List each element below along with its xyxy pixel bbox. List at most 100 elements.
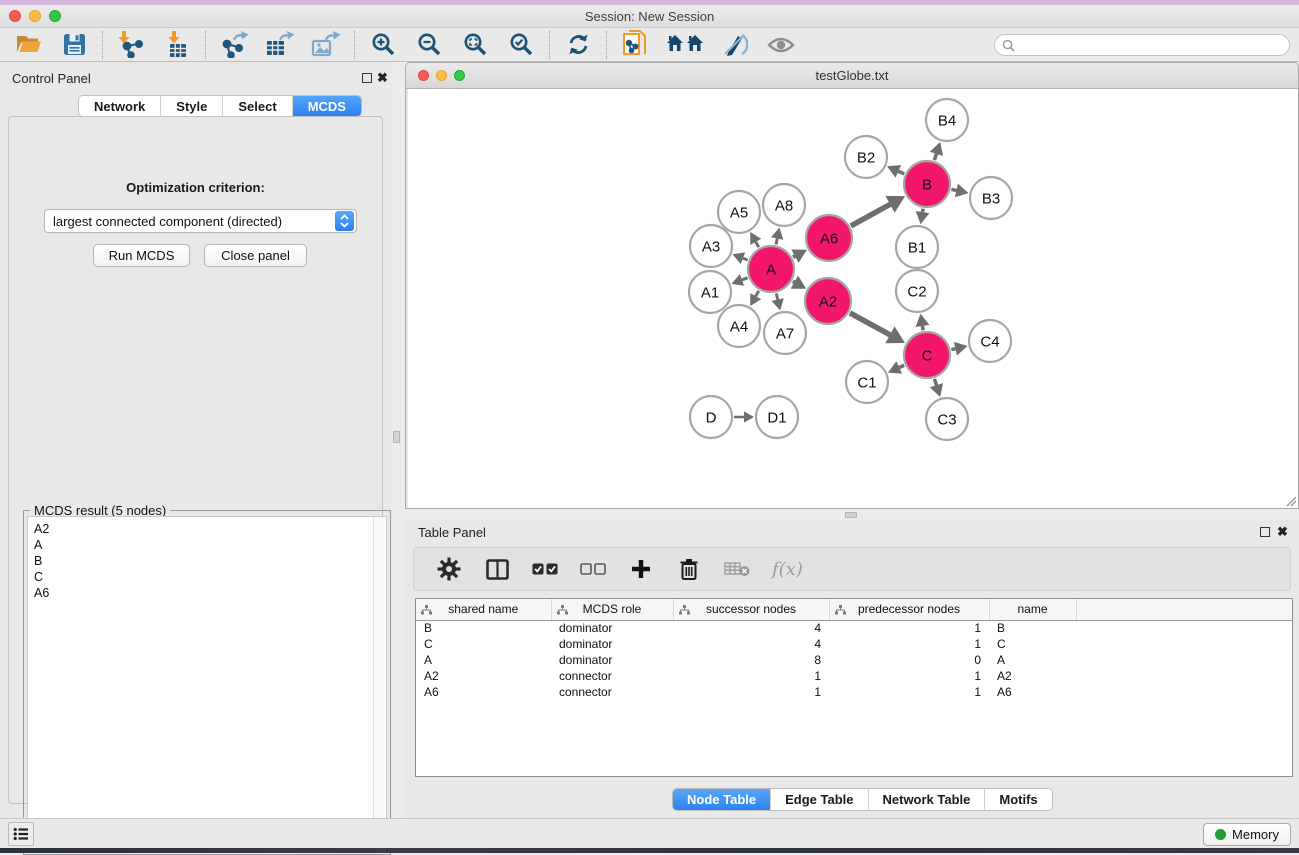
table-cell[interactable]: A <box>989 652 1076 668</box>
table-row[interactable]: A6connector11A6 <box>416 684 1292 700</box>
task-history-button[interactable] <box>8 822 34 846</box>
deselect-all-rows-button[interactable] <box>580 556 606 582</box>
horizontal-split-grip[interactable] <box>845 512 857 518</box>
delete-table-button[interactable] <box>724 556 750 582</box>
table-cell[interactable]: connector <box>551 668 673 684</box>
table-row[interactable]: A2connector11A2 <box>416 668 1292 684</box>
table-cell[interactable] <box>1076 668 1292 684</box>
zoom-fit-button[interactable] <box>459 30 491 60</box>
result-item[interactable]: B <box>34 553 380 569</box>
graph-edge-C-C2[interactable] <box>922 326 923 330</box>
graph-edge-C-C3[interactable] <box>934 379 936 385</box>
table-cell[interactable]: dominator <box>551 652 673 668</box>
graph-edge-A-A4[interactable] <box>756 291 759 296</box>
table-cell[interactable] <box>1076 652 1292 668</box>
graph-edge-A-A2[interactable] <box>793 281 795 282</box>
table-cell[interactable]: B <box>989 620 1076 636</box>
table-cell[interactable]: B <box>416 620 551 636</box>
graph-edge-A-A5[interactable] <box>756 242 759 247</box>
tab-network-table[interactable]: Network Table <box>869 789 986 810</box>
column-header-shared-name[interactable]: shared name <box>416 599 551 620</box>
table-cell[interactable]: A6 <box>416 684 551 700</box>
graph-edge-A2-C[interactable] <box>850 313 890 335</box>
export-image-button[interactable] <box>310 30 342 60</box>
tab-mcds[interactable]: MCDS <box>293 96 361 116</box>
column-header-name[interactable]: name <box>989 599 1076 620</box>
table-cell[interactable]: 4 <box>673 636 829 652</box>
tab-style[interactable]: Style <box>161 96 223 116</box>
table-cell[interactable]: A2 <box>416 668 551 684</box>
graph-edge-C-C4[interactable] <box>951 349 955 350</box>
tab-select[interactable]: Select <box>223 96 292 116</box>
search-box[interactable] <box>994 34 1290 56</box>
zoom-in-button[interactable] <box>367 30 399 60</box>
first-neighbors-button[interactable] <box>665 30 705 60</box>
table-cell[interactable]: 1 <box>673 668 829 684</box>
table-cell[interactable]: 1 <box>829 636 989 652</box>
tab-node-table[interactable]: Node Table <box>673 789 771 810</box>
show-column-button[interactable] <box>484 556 510 582</box>
select-all-rows-button[interactable] <box>532 556 558 582</box>
float-table-panel-icon[interactable] <box>1260 527 1270 537</box>
table-row[interactable]: Bdominator41B <box>416 620 1292 636</box>
column-header-predecessor-nodes[interactable]: predecessor nodes <box>829 599 989 620</box>
table-cell[interactable] <box>1076 620 1292 636</box>
import-table-button[interactable] <box>161 30 193 60</box>
table-cell[interactable] <box>1076 684 1292 700</box>
table-cell[interactable]: 8 <box>673 652 829 668</box>
graph-edge-A-A8[interactable] <box>776 239 777 245</box>
graph-edge-C-C1[interactable] <box>899 365 904 367</box>
result-item[interactable]: C <box>34 569 380 585</box>
table-cell[interactable]: 1 <box>829 620 989 636</box>
table-cell[interactable]: dominator <box>551 620 673 636</box>
table-cell[interactable]: 0 <box>829 652 989 668</box>
add-column-button[interactable] <box>628 556 654 582</box>
delete-column-button[interactable] <box>676 556 702 582</box>
float-panel-icon[interactable] <box>362 73 372 83</box>
tab-network[interactable]: Network <box>79 96 161 116</box>
run-mcds-button[interactable]: Run MCDS <box>93 244 190 267</box>
optimization-criterion-dropdown[interactable]: largest connected component (directed) <box>44 209 357 233</box>
table-cell[interactable]: A6 <box>989 684 1076 700</box>
result-item[interactable]: A6 <box>34 585 380 601</box>
result-item[interactable]: A <box>34 537 380 553</box>
vertical-split-grip[interactable] <box>393 431 400 443</box>
table-row[interactable]: Adominator80A <box>416 652 1292 668</box>
table-cell[interactable]: 4 <box>673 620 829 636</box>
function-builder-button[interactable]: f(x) <box>772 559 803 580</box>
show-details-button[interactable] <box>765 30 797 60</box>
network-graph[interactable]: B4B2BB3A5A8A6A3B1AA1C2A2A4A7C4CC1C3DD1 <box>408 89 1298 508</box>
table-cell[interactable] <box>1076 636 1292 652</box>
network-window-titlebar[interactable]: testGlobe.txt <box>406 63 1298 89</box>
save-session-button[interactable] <box>58 30 90 60</box>
tab-motifs[interactable]: Motifs <box>985 789 1051 810</box>
graph-edge-A-A6[interactable] <box>793 256 795 257</box>
table-cell[interactable]: A <box>416 652 551 668</box>
new-network-from-file-button[interactable] <box>619 30 651 60</box>
search-input[interactable] <box>1019 38 1289 52</box>
result-list-scrollbar[interactable] <box>373 517 386 850</box>
table-settings-button[interactable] <box>436 556 462 582</box>
result-item[interactable]: A2 <box>34 521 380 537</box>
table-row[interactable]: Cdominator41C <box>416 636 1292 652</box>
column-header-MCDS-role[interactable]: MCDS role <box>551 599 673 620</box>
export-network-button[interactable] <box>218 30 250 60</box>
table-cell[interactable]: 1 <box>829 684 989 700</box>
graph-edge-B-B1[interactable] <box>923 209 924 212</box>
close-table-panel-icon[interactable]: ✖ <box>1277 524 1288 540</box>
close-panel-button[interactable]: Close panel <box>204 244 307 267</box>
table-cell[interactable]: C <box>989 636 1076 652</box>
graph-edge-A-A3[interactable] <box>743 258 748 260</box>
network-canvas[interactable]: B4B2BB3A5A8A6A3B1AA1C2A2A4A7C4CC1C3DD1 <box>408 89 1298 508</box>
graph-edge-B-B3[interactable] <box>951 189 956 190</box>
graph-edge-B-B4[interactable] <box>934 154 936 160</box>
table-cell[interactable]: dominator <box>551 636 673 652</box>
table-cell[interactable]: 1 <box>829 668 989 684</box>
refresh-button[interactable] <box>562 30 594 60</box>
graph-edge-A-A1[interactable] <box>742 278 748 280</box>
node-table[interactable]: shared nameMCDS rolesuccessor nodesprede… <box>415 598 1293 777</box>
memory-button[interactable]: Memory <box>1203 823 1291 846</box>
table-cell[interactable]: connector <box>551 684 673 700</box>
zoom-out-button[interactable] <box>413 30 445 60</box>
import-network-button[interactable] <box>115 30 147 60</box>
